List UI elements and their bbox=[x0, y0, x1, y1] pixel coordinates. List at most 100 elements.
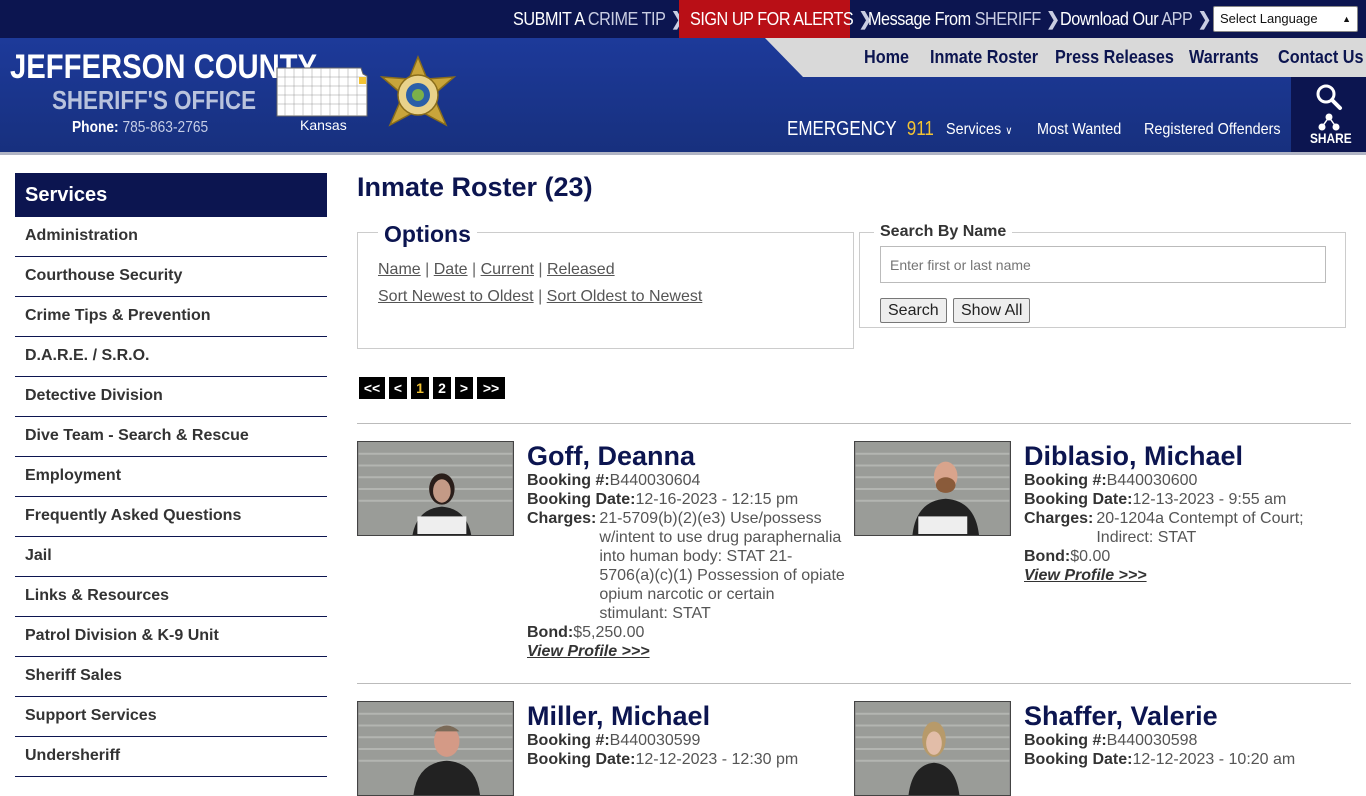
search-legend: Search By Name bbox=[874, 223, 1013, 241]
sort-options-1: Name | Date | Current | Released bbox=[378, 261, 615, 278]
sort-oldest-link[interactable]: Sort Oldest to Newest bbox=[547, 288, 703, 305]
view-profile-link[interactable]: View Profile >>> bbox=[527, 642, 847, 661]
sort-date-link[interactable]: Date bbox=[434, 261, 468, 278]
sidebar-item-employment[interactable]: Employment bbox=[15, 457, 327, 497]
mugshot-placeholder-icon bbox=[358, 442, 513, 535]
brand-title[interactable]: JEFFERSON COUNTY bbox=[10, 48, 317, 87]
booking-date: Booking Date:12-16-2023 - 12:15 pm bbox=[527, 490, 847, 509]
sign-up-alerts-link[interactable]: SIGN UP FOR ALERTS ❯ bbox=[690, 0, 872, 38]
nav-warrants[interactable]: Warrants bbox=[1189, 38, 1259, 77]
inmate-info: Shaffer, Valerie Booking #:B440030598 Bo… bbox=[1024, 701, 1344, 769]
nav-contact-us[interactable]: Contact Us bbox=[1278, 38, 1364, 77]
pager-first[interactable]: << bbox=[359, 377, 385, 399]
search-input[interactable] bbox=[880, 246, 1326, 283]
brand-subtitle[interactable]: SHERIFF'S OFFICE bbox=[52, 85, 256, 116]
bond: Bond:$0.00 bbox=[1024, 547, 1344, 566]
sidebar-item-courthouse-security[interactable]: Courthouse Security bbox=[15, 257, 327, 297]
emergency-number: EMERGENCY 911 bbox=[787, 118, 934, 141]
download-app-link[interactable]: Download Our APP ❯ bbox=[1060, 0, 1211, 38]
booking-number-value: B440030604 bbox=[609, 472, 701, 489]
sort-options-2: Sort Newest to Oldest | Sort Oldest to N… bbox=[378, 288, 703, 305]
sidebar-item-undersheriff[interactable]: Undersheriff bbox=[15, 737, 327, 777]
mugshot-image[interactable] bbox=[357, 701, 514, 796]
booking-number-value: B440030599 bbox=[609, 732, 701, 749]
phone-number: Phone: 785-863-2765 bbox=[72, 119, 208, 137]
mugshot-placeholder-icon bbox=[855, 442, 1010, 535]
sidebar-item-detective-division[interactable]: Detective Division bbox=[15, 377, 327, 417]
crime-tip-label: SUBMIT A bbox=[513, 9, 584, 29]
pager-last[interactable]: >> bbox=[477, 377, 505, 399]
options-panel: Options Name | Date | Current | Released… bbox=[357, 221, 854, 349]
inmate-name[interactable]: Diblasio, Michael bbox=[1024, 441, 1344, 471]
sidebar-item-sheriff-sales[interactable]: Sheriff Sales bbox=[15, 657, 327, 697]
view-profile-link[interactable]: View Profile >>> bbox=[1024, 566, 1344, 585]
inmate-info: Miller, Michael Booking #:B440030599 Boo… bbox=[527, 701, 847, 769]
inmate-name[interactable]: Shaffer, Valerie bbox=[1024, 701, 1344, 731]
search-icon[interactable] bbox=[1315, 83, 1343, 111]
services-label: Services bbox=[946, 121, 1002, 138]
pager-page-1[interactable]: 1 bbox=[411, 377, 429, 399]
sidebar-item-jail[interactable]: Jail bbox=[15, 537, 327, 577]
header-tools: SHARE bbox=[1291, 77, 1366, 152]
download-app-label-2: APP bbox=[1161, 9, 1193, 29]
booking-number-label: Booking #: bbox=[527, 732, 610, 749]
sidebar-item-dive-team[interactable]: Dive Team - Search & Rescue bbox=[15, 417, 327, 457]
nav-registered-offenders[interactable]: Registered Offenders bbox=[1144, 121, 1281, 139]
sidebar-item-dare-sro[interactable]: D.A.R.E. / S.R.O. bbox=[15, 337, 327, 377]
booking-number-value: B440030600 bbox=[1106, 472, 1198, 489]
sort-name-link[interactable]: Name bbox=[378, 261, 421, 278]
mugshot-image[interactable] bbox=[357, 441, 514, 536]
mugshot-image[interactable] bbox=[854, 701, 1011, 796]
show-all-button[interactable]: Show All bbox=[953, 298, 1031, 323]
phone-label: Phone: bbox=[72, 119, 119, 136]
sort-released-link[interactable]: Released bbox=[547, 261, 615, 278]
booking-date-label: Booking Date: bbox=[1024, 491, 1133, 508]
sidebar-item-links-resources[interactable]: Links & Resources bbox=[15, 577, 327, 617]
booking-number: Booking #:B440030599 bbox=[527, 731, 847, 750]
pager-page-2[interactable]: 2 bbox=[433, 377, 451, 399]
booking-number-label: Booking #: bbox=[1024, 732, 1107, 749]
emergency-label: EMERGENCY bbox=[787, 118, 897, 140]
charges: Charges: 20-1204a Contempt of Court; Indi… bbox=[1024, 509, 1344, 547]
bond-value: $5,250.00 bbox=[573, 624, 645, 641]
phone-value: 785-863-2765 bbox=[122, 119, 209, 136]
main-content: Inmate Roster (23) Options Name | Date |… bbox=[357, 172, 1351, 796]
nav-services-dropdown[interactable]: Services ∨ bbox=[946, 121, 1012, 139]
mugshot-placeholder-icon bbox=[855, 702, 1010, 795]
alerts-label: SIGN UP FOR ALERTS bbox=[690, 9, 854, 29]
sheriff-message-label-2: SHERIFF bbox=[974, 9, 1042, 29]
nav-press-releases[interactable]: Press Releases bbox=[1055, 38, 1174, 77]
chevron-down-icon: ∨ bbox=[1005, 125, 1013, 137]
sidebar-item-administration[interactable]: Administration bbox=[15, 217, 327, 257]
search-button[interactable]: Search bbox=[880, 298, 947, 323]
share-label[interactable]: SHARE bbox=[1310, 130, 1352, 146]
header-border bbox=[0, 152, 1366, 155]
sidebar-item-faq[interactable]: Frequently Asked Questions bbox=[15, 497, 327, 537]
sheriff-message-link[interactable]: Message From SHERIFF ❯ bbox=[868, 0, 1060, 38]
sidebar-item-crime-tips[interactable]: Crime Tips & Prevention bbox=[15, 297, 327, 337]
pager-next[interactable]: > bbox=[455, 377, 473, 399]
booking-number-label: Booking #: bbox=[527, 472, 610, 489]
booking-date-value: 12-12-2023 - 12:30 pm bbox=[635, 751, 799, 768]
nav-home[interactable]: Home bbox=[864, 38, 909, 77]
booking-date-value: 12-16-2023 - 12:15 pm bbox=[635, 491, 799, 508]
submit-crime-tip-link[interactable]: SUBMIT A CRIME TIP ❯ bbox=[513, 0, 684, 38]
booking-number-label: Booking #: bbox=[1024, 472, 1107, 489]
nav-most-wanted[interactable]: Most Wanted bbox=[1037, 121, 1121, 139]
bond-value: $0.00 bbox=[1070, 548, 1111, 565]
inmate-name[interactable]: Miller, Michael bbox=[527, 701, 847, 731]
nav-inmate-roster[interactable]: Inmate Roster bbox=[930, 38, 1038, 77]
sidebar-item-patrol-k9[interactable]: Patrol Division & K-9 Unit bbox=[15, 617, 327, 657]
inmate-name[interactable]: Goff, Deanna bbox=[527, 441, 847, 471]
inmate-info: Diblasio, Michael Booking #:B440030600 B… bbox=[1024, 441, 1344, 585]
sidebar-item-support-services[interactable]: Support Services bbox=[15, 697, 327, 737]
language-select[interactable]: Select Language ▲ bbox=[1213, 6, 1358, 32]
sort-newest-link[interactable]: Sort Newest to Oldest bbox=[378, 288, 534, 305]
mugshot-image[interactable] bbox=[854, 441, 1011, 536]
divider bbox=[357, 423, 1351, 424]
bond-label: Bond: bbox=[1024, 548, 1071, 565]
booking-date-label: Booking Date: bbox=[527, 491, 636, 508]
pager-prev[interactable]: < bbox=[389, 377, 407, 399]
booking-date-value: 12-12-2023 - 10:20 am bbox=[1132, 751, 1296, 768]
sort-current-link[interactable]: Current bbox=[481, 261, 534, 278]
